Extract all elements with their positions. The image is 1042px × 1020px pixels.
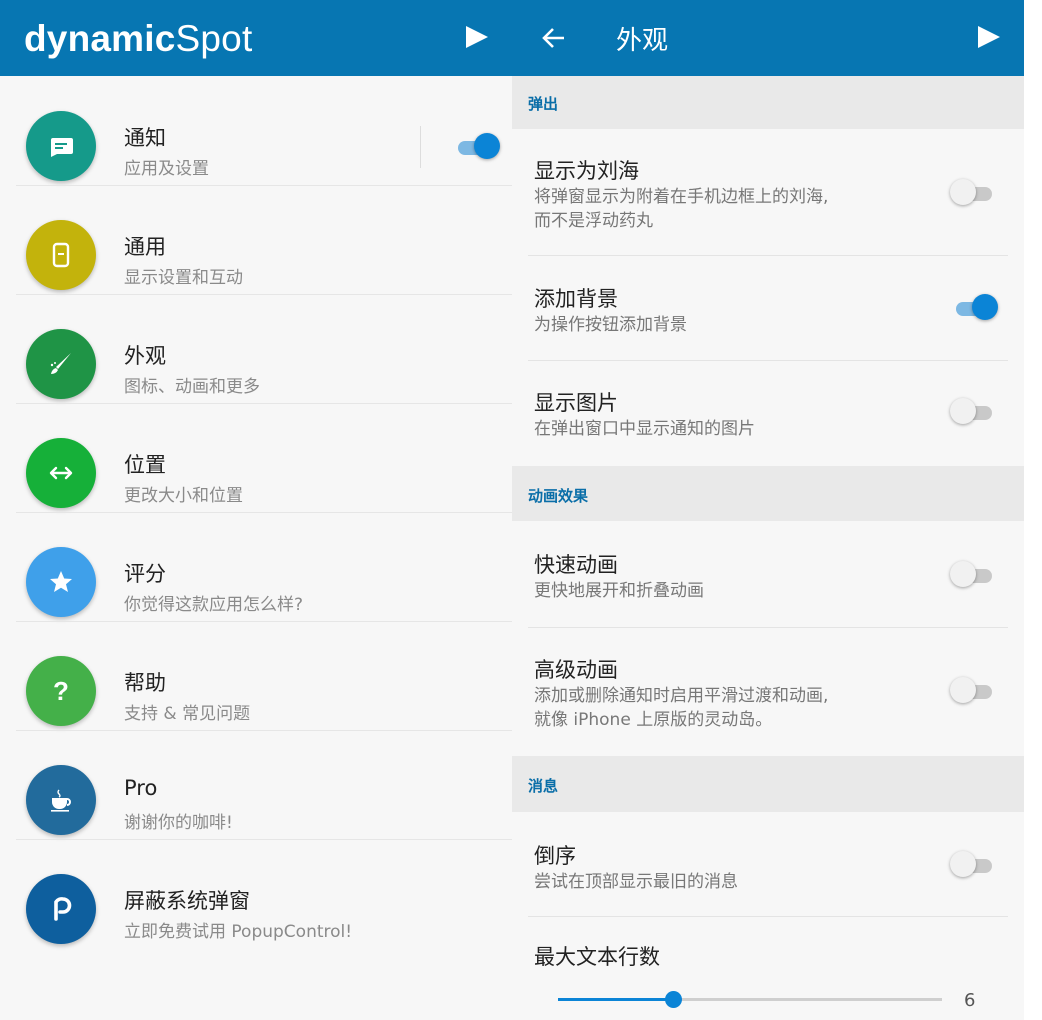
play-icon[interactable] [978,26,1000,48]
section-header-messages: 消息 [512,756,1024,812]
star-icon [26,547,96,617]
menu-item-subtitle: 应用及设置 [124,159,209,179]
setting-description: 添加或删除通知时启用平滑过渡和动画, 就像 iPhone 上原版的灵动岛。 [534,686,829,730]
page-title: 外观 [616,26,669,56]
menu-item-position[interactable]: 位置 更改大小和位置 [0,403,512,513]
fast-animation-toggle[interactable] [950,561,996,587]
notifications-toggle[interactable] [452,133,500,159]
main-menu-panel: dynamicSpot 通知 应用及设置 通用 显示设置和互动 外观 图标、动画… [0,0,512,1020]
section-header-popup: 弹出 [512,76,1024,129]
setting-description: 在弹出窗口中显示通知的图片 [534,419,755,439]
setting-title: 快速动画 [534,553,618,577]
menu-item-subtitle: 你觉得这款应用怎么样? [124,595,304,615]
back-arrow-icon[interactable] [536,20,572,56]
menu-item-label: 屏蔽系统弹窗 [124,889,250,913]
menu-item-subtitle: 更改大小和位置 [124,486,243,506]
setting-show-image[interactable]: 显示图片 在弹出窗口中显示通知的图片 [512,361,1024,465]
menu-item-subtitle: 显示设置和互动 [124,268,243,288]
popupcontrol-logo-icon [26,874,96,944]
setting-title: 高级动画 [534,658,618,682]
setting-description: 更快地展开和折叠动画 [534,581,704,601]
menu-list: 通知 应用及设置 通用 显示设置和互动 外观 图标、动画和更多 位置 更改大小和… [0,76,512,948]
appearance-settings-panel: 外观 弹出 显示为刘海 将弹窗显示为附着在手机边框上的刘海, 而不是浮动药丸 添… [512,0,1024,1020]
menu-item-help[interactable]: ? 帮助 支持 & 常见问题 [0,621,512,731]
horizontal-arrows-icon [26,438,96,508]
phone-outline-icon [26,220,96,290]
slider-fill [558,998,673,1001]
setting-title: 倒序 [534,844,576,868]
background-toggle[interactable] [950,294,998,320]
max-lines-slider[interactable] [558,991,942,1008]
setting-max-text-lines: 最大文本行数 [512,917,1024,1020]
svg-text:?: ? [53,676,69,706]
screen-gap [1024,0,1042,1020]
menu-item-label: 评分 [124,562,166,586]
question-mark-icon: ? [26,656,96,726]
menu-item-label: 通用 [124,235,166,259]
menu-item-label: 外观 [124,344,166,368]
paint-brush-icon [26,329,96,399]
setting-show-as-notch[interactable]: 显示为刘海 将弹窗显示为附着在手机边框上的刘海, 而不是浮动药丸 [512,129,1024,255]
advanced-animation-toggle[interactable] [950,677,996,703]
slider-value: 6 [964,990,976,1011]
menu-item-subtitle: 图标、动画和更多 [124,377,260,397]
setting-title: 显示为刘海 [534,159,639,183]
section-header-animation: 动画效果 [512,466,1024,521]
menu-item-subtitle: 谢谢你的咖啡! [124,813,233,833]
menu-item-label: 帮助 [124,671,166,695]
setting-description: 将弹窗显示为附着在手机边框上的刘海, 而不是浮动药丸 [534,187,829,231]
menu-item-appearance[interactable]: 外观 图标、动画和更多 [0,294,512,404]
setting-title: 添加背景 [534,287,618,311]
play-icon[interactable] [466,26,488,48]
coffee-cup-icon [26,765,96,835]
image-toggle[interactable] [950,398,996,424]
setting-title: 最大文本行数 [534,945,660,969]
menu-item-label: 位置 [124,453,166,477]
notch-toggle[interactable] [950,179,996,205]
menu-item-general[interactable]: 通用 显示设置和互动 [0,185,512,295]
app-bar: dynamicSpot [0,0,512,76]
chat-bubble-icon [26,111,96,181]
menu-item-pro[interactable]: Pro 谢谢你的咖啡! [0,730,512,840]
setting-description: 为操作按钮添加背景 [534,315,687,335]
menu-item-rate[interactable]: 评分 你觉得这款应用怎么样? [0,512,512,622]
setting-add-background[interactable]: 添加背景 为操作按钮添加背景 [512,256,1024,360]
menu-item-label: 通知 [124,126,166,150]
reverse-order-toggle[interactable] [950,851,996,877]
setting-title: 显示图片 [534,391,618,415]
menu-item-notifications[interactable]: 通知 应用及设置 [0,76,512,186]
slider-knob[interactable] [665,991,682,1008]
app-title: dynamicSpot [24,18,253,59]
setting-advanced-animation[interactable]: 高级动画 添加或删除通知时启用平滑过渡和动画, 就像 iPhone 上原版的灵动… [512,628,1024,755]
vertical-divider [420,126,421,168]
app-bar: 外观 [512,0,1024,76]
menu-item-subtitle: 支持 & 常见问题 [124,704,251,724]
menu-item-subtitle: 立即免费试用 PopupControl! [124,922,353,942]
setting-description: 尝试在顶部显示最旧的消息 [534,872,738,892]
menu-item-block-popups[interactable]: 屏蔽系统弹窗 立即免费试用 PopupControl! [0,839,512,948]
setting-fast-animation[interactable]: 快速动画 更快地展开和折叠动画 [512,521,1024,627]
menu-item-label: Pro [124,776,158,800]
setting-reverse-order[interactable]: 倒序 尝试在顶部显示最旧的消息 [512,812,1024,916]
